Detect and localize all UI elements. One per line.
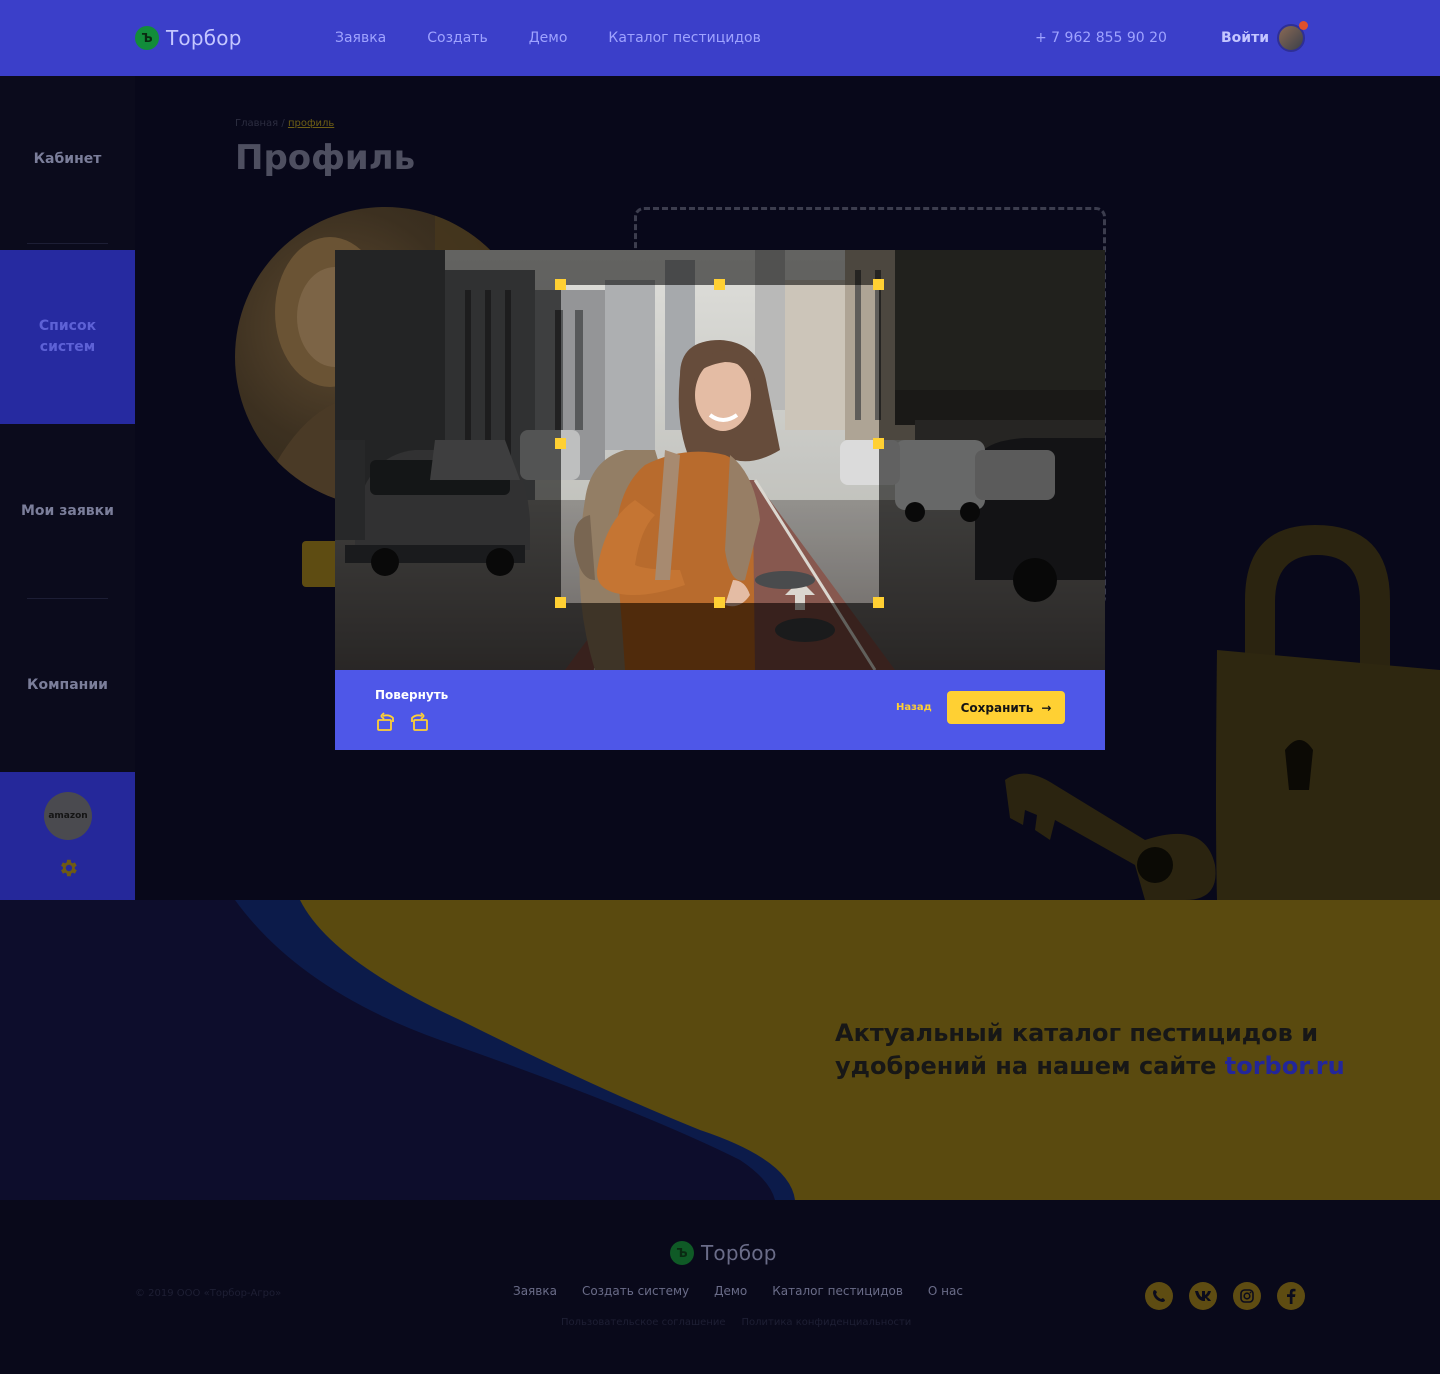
save-button[interactable]: Сохранить → <box>947 691 1065 724</box>
copyright: © 2019 ООО «Торбор-Агро» <box>135 1288 282 1299</box>
save-button-label: Сохранить <box>960 700 1034 715</box>
logo-mark-icon: Ъ <box>670 1241 694 1265</box>
crop-handle-bottom-right[interactable] <box>873 597 884 608</box>
sidebar-item-label: Мои заявки <box>21 502 114 519</box>
social-links <box>1145 1282 1305 1310</box>
sidebar-item-label: Кабинет <box>33 151 102 167</box>
gear-icon[interactable] <box>57 857 79 879</box>
viber-icon[interactable] <box>1145 1282 1173 1310</box>
promo-line-1: Актуальный каталог пестицидов и <box>835 1019 1319 1047</box>
sidebar-item-companies[interactable]: Компании <box>0 598 135 772</box>
sidebar-item-systems[interactable]: Список систем <box>0 250 135 424</box>
rotate-left-icon[interactable] <box>375 710 399 734</box>
nav-link-create[interactable]: Создать <box>427 30 487 46</box>
facebook-icon[interactable] <box>1277 1282 1305 1310</box>
crop-selection[interactable] <box>555 279 884 608</box>
crop-toolbar: Повернуть Назад Сохранить → <box>335 670 1105 750</box>
header-phone[interactable]: + 7 962 855 90 20 <box>1035 30 1167 46</box>
crop-handle-right[interactable] <box>873 438 884 449</box>
footer-logo[interactable]: Ъ Торбор <box>670 1241 777 1265</box>
promo-link[interactable]: torbor.ru <box>1225 1052 1345 1080</box>
crop-handle-left[interactable] <box>555 438 566 449</box>
crop-modal: Повернуть Назад Сохранить → <box>335 250 1105 750</box>
crop-photo[interactable] <box>335 250 1105 670</box>
back-button[interactable]: Назад <box>896 702 932 713</box>
header-nav: Заявка Создать Демо Каталог пестицидов <box>335 30 761 46</box>
nav-link-demo[interactable]: Демо <box>529 30 568 46</box>
header-logo[interactable]: Ъ Торбор <box>135 26 242 50</box>
footer-link-about[interactable]: О нас <box>928 1284 963 1298</box>
sidebar-item-label: Список систем <box>38 318 97 355</box>
login-link[interactable]: Войти <box>1221 30 1269 46</box>
footer-link-catalog[interactable]: Каталог пестицидов <box>772 1284 903 1298</box>
sidebar-item-cabinet[interactable]: Кабинет <box>0 76 135 243</box>
rotate-right-icon[interactable] <box>406 710 430 734</box>
nav-link-request[interactable]: Заявка <box>335 30 386 46</box>
company-logo[interactable]: amazon <box>44 792 92 840</box>
sidebar-item-label: Компании <box>27 676 108 693</box>
breadcrumb: Главная / профиль <box>235 118 334 129</box>
footer-link-request[interactable]: Заявка <box>513 1284 557 1298</box>
crop-handle-bottom[interactable] <box>714 597 725 608</box>
site-header: Ъ Торбор Заявка Создать Демо Каталог пес… <box>0 0 1440 76</box>
footer-legal: Пользовательское соглашение Политика кон… <box>561 1317 911 1328</box>
privacy-link[interactable]: Политика конфиденциальности <box>742 1317 912 1328</box>
terms-link[interactable]: Пользовательское соглашение <box>561 1317 726 1328</box>
crop-handle-bottom-left[interactable] <box>555 597 566 608</box>
crop-handle-top[interactable] <box>714 279 725 290</box>
sidebar-divider <box>27 243 108 244</box>
logo-text: Торбор <box>166 26 242 50</box>
breadcrumb-separator: / <box>278 118 288 129</box>
footer-link-create-system[interactable]: Создать систему <box>582 1284 689 1298</box>
vk-icon[interactable] <box>1189 1282 1217 1310</box>
breadcrumb-home[interactable]: Главная <box>235 118 278 129</box>
logo-mark-icon: Ъ <box>135 26 159 50</box>
nav-link-catalog[interactable]: Каталог пестицидов <box>608 30 760 46</box>
instagram-icon[interactable] <box>1233 1282 1261 1310</box>
notification-dot <box>1299 21 1308 30</box>
promo-text: Актуальный каталог пестицидов и удобрени… <box>835 1017 1345 1083</box>
footer-link-demo[interactable]: Демо <box>714 1284 747 1298</box>
page-title: Профиль <box>235 138 416 178</box>
sidebar-item-my-requests[interactable]: Мои заявки <box>0 424 135 598</box>
crop-handle-top-right[interactable] <box>873 279 884 290</box>
footer-nav: Заявка Создать систему Демо Каталог пест… <box>513 1284 963 1298</box>
crop-handle-top-left[interactable] <box>555 279 566 290</box>
rotate-label: Повернуть <box>375 688 449 702</box>
logo-text: Торбор <box>701 1241 777 1265</box>
arrow-right-icon: → <box>1041 700 1052 715</box>
breadcrumb-current: профиль <box>287 118 335 129</box>
promo-line-2: удобрений на нашем сайте <box>835 1052 1225 1080</box>
